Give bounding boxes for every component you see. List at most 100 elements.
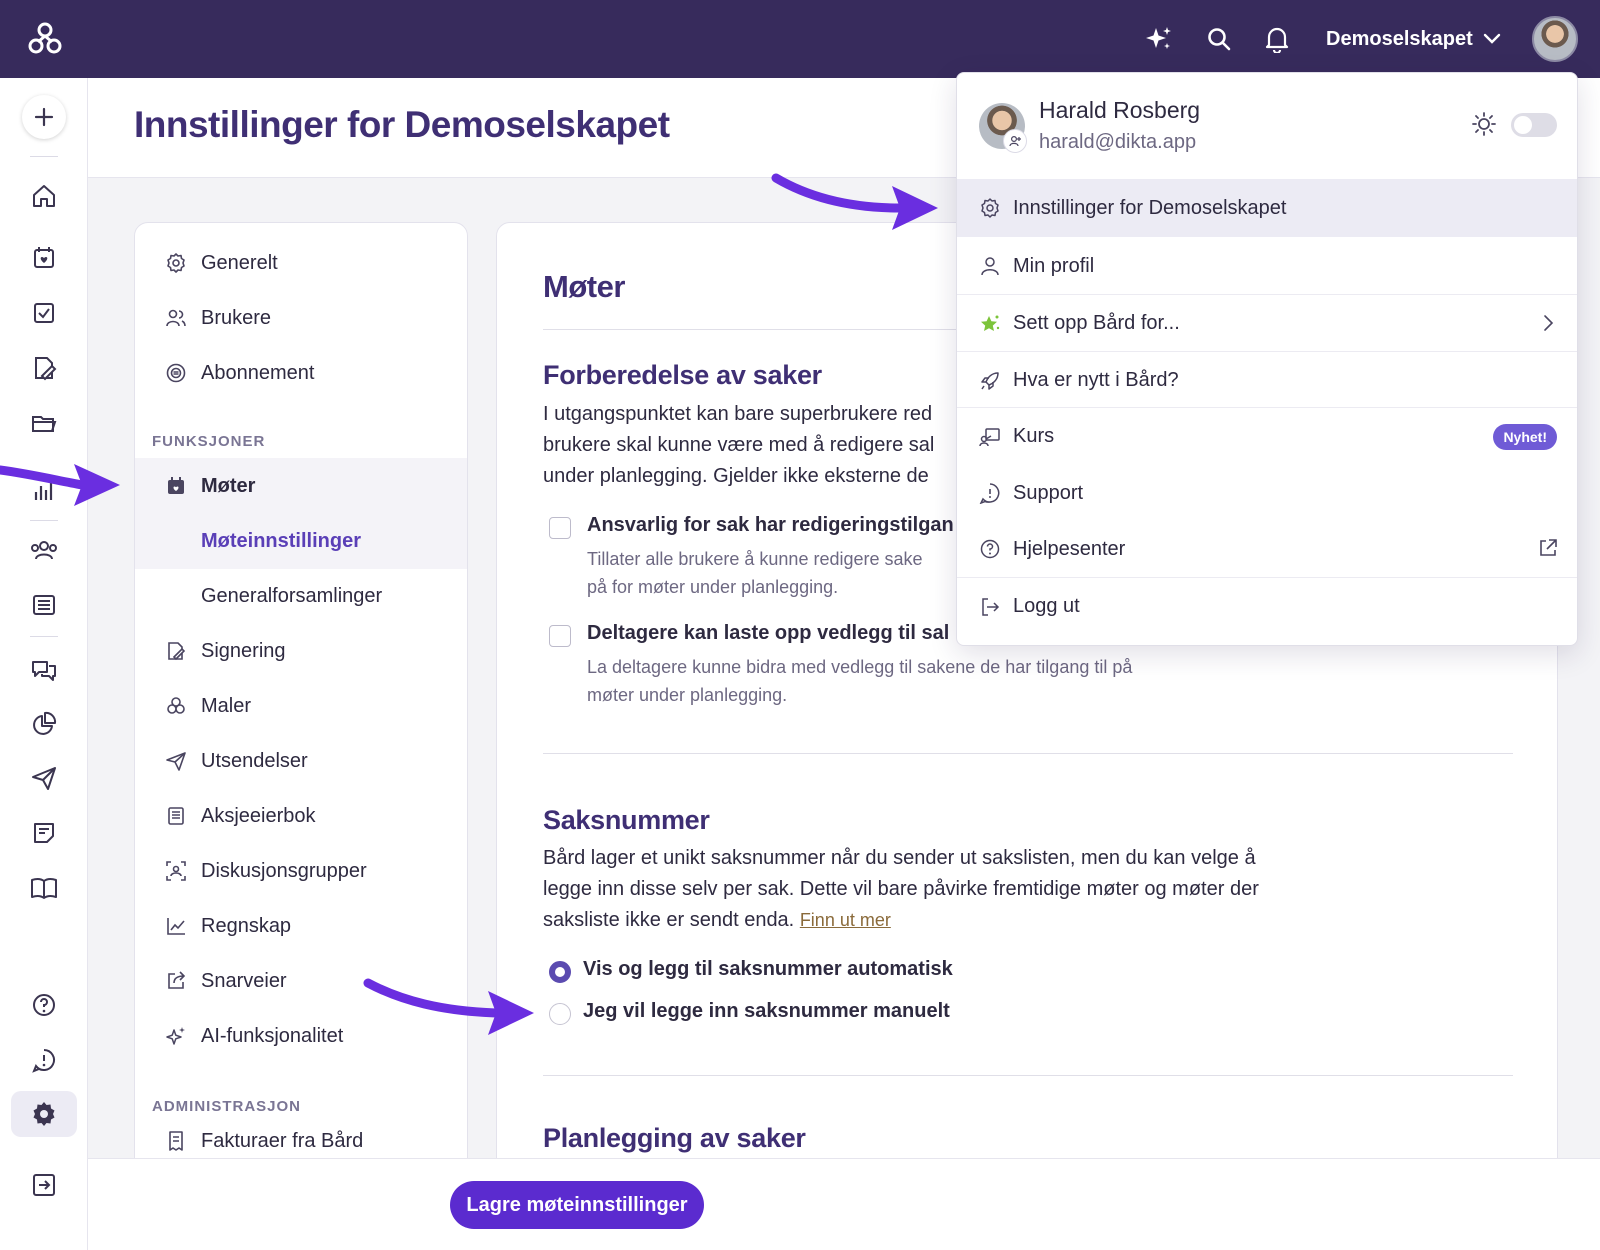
auto-case-number-label[interactable]: Vis og legg til saksnummer automatisk <box>583 958 953 981</box>
feedback-icon[interactable] <box>22 1038 66 1082</box>
logo-icon[interactable] <box>24 18 66 60</box>
divider <box>543 1075 1513 1076</box>
nav-label: Brukere <box>201 306 272 329</box>
menu-label: Support <box>1013 481 1084 504</box>
menu-item-courses[interactable]: Kurs Nyhet! <box>957 407 1577 465</box>
meetings-icon[interactable] <box>22 236 66 280</box>
nav-label: Diskusjonsgrupper <box>201 859 367 882</box>
nav-label: Snarveier <box>201 969 287 992</box>
search-icon[interactable] <box>1202 22 1236 56</box>
send-icon[interactable] <box>22 756 66 800</box>
text-line: brukere skal kunne være med å redigere s… <box>543 434 935 456</box>
nav-item-subscription[interactable]: Abonnement <box>135 345 467 401</box>
nav-item-accounting[interactable]: Regnskap <box>135 898 467 954</box>
menu-item-logout[interactable]: Logg ut <box>957 577 1577 635</box>
menu-item-support[interactable]: Support <box>957 464 1577 522</box>
chat-icon[interactable] <box>22 648 66 692</box>
nav-item-general[interactable]: Generelt <box>135 235 467 291</box>
menu-item-setup[interactable]: Sett opp Bård for... <box>957 294 1577 352</box>
menu-label: Logg ut <box>1013 595 1080 617</box>
nav-item-users[interactable]: Brukere <box>135 290 467 346</box>
manual-case-number-radio[interactable] <box>549 1003 571 1025</box>
settings-nav: Generelt Brukere Abonnement FUNKSJONER M… <box>134 222 468 1222</box>
text-line: I utgangspunktet kan bare superbrukere r… <box>543 403 933 425</box>
subscription-icon <box>166 363 186 383</box>
gear-icon <box>167 253 185 273</box>
nav-item-discussion-groups[interactable]: Diskusjonsgrupper <box>135 843 467 899</box>
arrow-pointer <box>771 173 938 230</box>
upload-attachments-checkbox[interactable] <box>549 625 571 647</box>
learn-more-link[interactable]: Finn ut mer <box>800 910 891 930</box>
note-icon[interactable] <box>22 811 66 855</box>
book-open-icon[interactable] <box>22 866 66 910</box>
pie-chart-icon[interactable] <box>22 702 66 746</box>
user-avatar[interactable] <box>1532 16 1578 62</box>
nav-label: Signering <box>201 639 286 662</box>
org-switcher[interactable]: Demoselskapet <box>1326 24 1501 54</box>
nav-label: Fakturaer fra Bård <box>201 1129 364 1152</box>
responsible-edit-label: Ansvarlig for sak har redigeringstilgan <box>587 514 954 536</box>
responsible-edit-checkbox[interactable] <box>549 517 571 539</box>
menu-label: Sett opp Bård for... <box>1013 312 1180 334</box>
nav-item-general-meetings[interactable]: Generalforsamlinger <box>135 568 467 624</box>
rail-divider <box>30 636 58 637</box>
menu-label: Hjelpesenter <box>1013 537 1126 560</box>
user-icon <box>981 257 999 276</box>
user-email: harald@dikta.app <box>1039 131 1197 153</box>
save-button[interactable]: Lagre møteinnstillinger <box>450 1181 704 1229</box>
nav-item-meeting-settings[interactable]: Møteinnstillinger <box>135 513 467 569</box>
menu-item-my-profile[interactable]: Min profil <box>957 237 1577 295</box>
gear-icon[interactable] <box>22 1092 66 1136</box>
text-line: Tillater alle brukere å kunne redigere s… <box>587 549 923 569</box>
menu-item-help-center[interactable]: Hjelpesenter <box>957 520 1577 578</box>
text-line: på for møter under planlegging. <box>587 577 839 597</box>
manual-case-number-label[interactable]: Jeg vil legge inn saksnummer manuelt <box>583 1000 950 1023</box>
bell-icon[interactable] <box>1260 22 1294 56</box>
nav-item-dispatches[interactable]: Utsendelser <box>135 733 467 789</box>
toggle-knob <box>1514 116 1532 134</box>
user-name: Harald Rosberg <box>1039 97 1201 123</box>
home-icon[interactable] <box>22 174 66 218</box>
shortcut-icon <box>168 971 186 989</box>
case-number-heading: Saksnummer <box>543 805 710 835</box>
menu-item-org-settings[interactable]: Innstillinger for Demoselskapet <box>957 179 1577 237</box>
nav-label: Generelt <box>201 251 278 274</box>
auto-case-number-radio[interactable] <box>549 961 571 983</box>
plus-icon <box>34 107 54 127</box>
folder-icon[interactable] <box>22 401 66 445</box>
nav-item-meetings[interactable]: Møter <box>135 458 467 514</box>
nav-item-signing[interactable]: Signering <box>135 623 467 679</box>
menu-label: Innstillinger for Demoselskapet <box>1013 196 1287 219</box>
text-line: møter under planlegging. <box>587 685 788 705</box>
book-icon <box>168 807 184 825</box>
sign-icon[interactable] <box>22 346 66 390</box>
sparkle-icon[interactable] <box>1142 22 1176 56</box>
planning-heading: Planlegging av saker <box>543 1123 806 1153</box>
register-icon[interactable] <box>22 583 66 627</box>
rocket-icon <box>981 372 999 390</box>
help-icon[interactable] <box>22 983 66 1027</box>
exit-icon[interactable] <box>22 1163 66 1207</box>
dark-mode-toggle[interactable] <box>1511 113 1557 137</box>
arrow-pointer <box>363 978 534 1035</box>
menu-label: Hva er nytt i Bård? <box>1013 369 1179 391</box>
chevron-down-icon <box>1483 33 1500 44</box>
footer-bar: Lagre møteinnstillinger <box>88 1158 1600 1250</box>
users-icon <box>166 309 186 327</box>
send-icon <box>166 752 186 771</box>
case-number-description: Bård lager et unikt saksnummer når du se… <box>543 843 1259 936</box>
nav-item-templates[interactable]: Maler <box>135 678 467 734</box>
add-button[interactable] <box>22 95 66 139</box>
external-link-icon <box>1540 539 1557 556</box>
nav-item-shareholder-book[interactable]: Aksjeeierbok <box>135 788 467 844</box>
rail-divider <box>30 520 58 521</box>
menu-item-whats-new[interactable]: Hva er nytt i Bård? <box>957 351 1577 409</box>
prep-heading: Forberedelse av saker <box>543 360 822 390</box>
course-icon <box>979 428 1000 447</box>
arrow-pointer <box>0 464 120 506</box>
people-icon[interactable] <box>22 528 66 572</box>
section-title: Møter <box>543 269 625 304</box>
tasks-icon[interactable] <box>22 291 66 335</box>
nav-label: Møter <box>201 474 256 497</box>
templates-icon <box>167 697 185 714</box>
